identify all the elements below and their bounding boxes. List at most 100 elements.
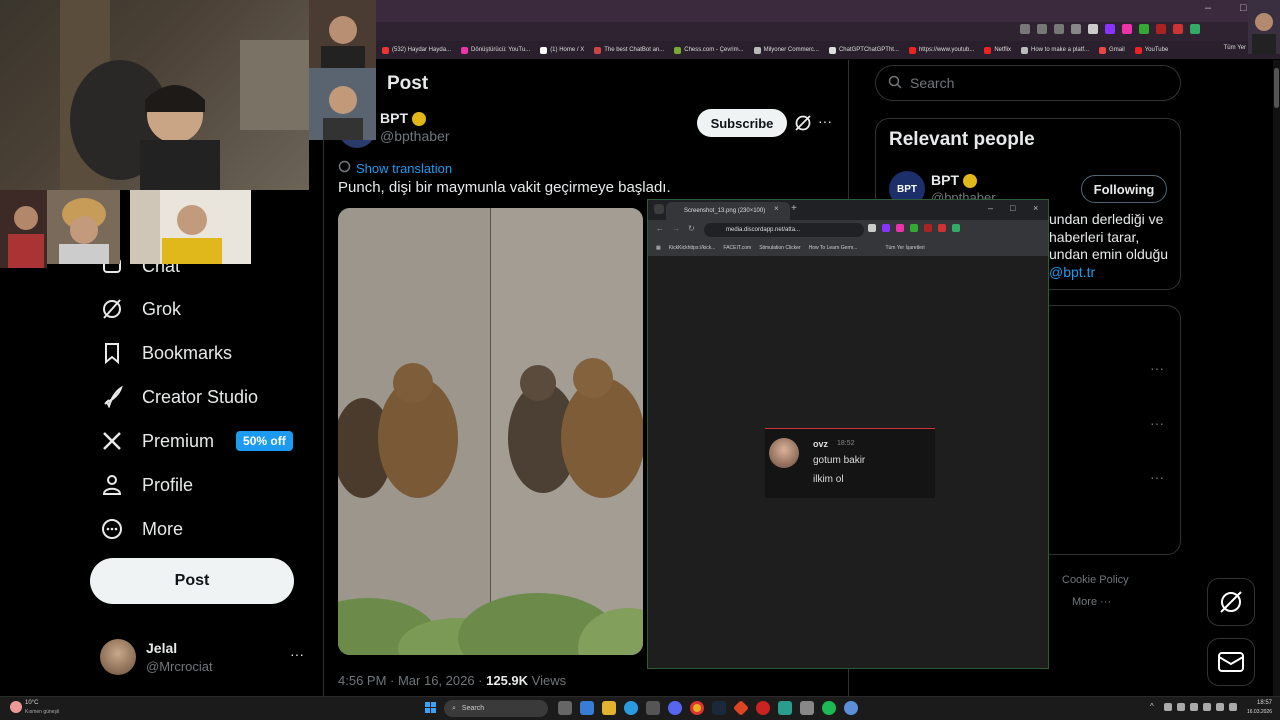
post-timestamp[interactable]: 4:56 PM · Mar 16, 2026 · <box>338 673 486 688</box>
bookmark-item[interactable]: Chess.com - Çevrim... <box>674 46 744 54</box>
popup-bookmark[interactable]: How To Learn Germ... <box>809 245 858 251</box>
tray-icon[interactable] <box>1164 703 1172 711</box>
extension-icon[interactable] <box>1054 24 1064 34</box>
trend-menu-icon[interactable]: ··· <box>1150 469 1164 485</box>
extension-icon[interactable] <box>924 224 932 232</box>
popup-bookmark[interactable]: KickKickhttps://kick... <box>669 245 716 251</box>
popup-tab[interactable]: Screenshot_13.png (230×100) <box>666 202 790 220</box>
clock-time[interactable]: 18:57 <box>1240 700 1272 706</box>
popup-bookmark[interactable]: Stimulation Clicker <box>759 245 800 251</box>
extension-icon[interactable] <box>1173 24 1183 34</box>
tray-icon[interactable] <box>1190 703 1198 711</box>
nav-profile[interactable]: Profile <box>100 469 193 501</box>
extension-icon[interactable] <box>1122 24 1132 34</box>
extension-icon[interactable] <box>868 224 876 232</box>
discord-icon[interactable] <box>668 701 682 715</box>
following-button[interactable]: Following <box>1081 175 1167 203</box>
app-icon[interactable] <box>844 701 858 715</box>
author-name[interactable]: BPT <box>380 110 426 127</box>
author-handle[interactable]: @bpthaber <box>380 128 449 144</box>
account-menu-icon[interactable]: ··· <box>290 646 304 662</box>
extension-icon[interactable] <box>952 224 960 232</box>
tray-icon[interactable] <box>1203 703 1211 711</box>
bookmark-item[interactable]: (1) Home / X <box>540 46 584 54</box>
forward-icon[interactable]: → <box>672 224 680 233</box>
maximize-icon[interactable]: □ <box>1010 203 1015 213</box>
nav-premium[interactable]: Premium 50% off <box>100 425 293 457</box>
avatar[interactable] <box>100 639 136 675</box>
bookmark-item[interactable]: Dönüştürücü: YouTu... <box>461 46 530 54</box>
maximize-icon[interactable]: □ <box>1240 2 1247 14</box>
file-explorer-icon[interactable] <box>602 701 616 715</box>
tab-search-icon[interactable] <box>654 204 664 214</box>
weather-icon[interactable] <box>10 701 22 713</box>
bio-link[interactable]: @bpt.tr <box>1049 264 1168 282</box>
app-icon[interactable] <box>733 700 749 716</box>
extension-icon[interactable] <box>1037 24 1047 34</box>
chrome-icon[interactable] <box>690 701 704 715</box>
copilot-icon[interactable] <box>580 701 594 715</box>
minimize-icon[interactable]: – <box>988 203 993 213</box>
bookmark-item[interactable]: How to make a platf... <box>1021 46 1089 54</box>
extension-icon[interactable] <box>1190 24 1200 34</box>
nav-bookmarks[interactable]: Bookmarks <box>100 337 232 369</box>
person-name[interactable]: BPT <box>931 172 977 189</box>
grok-icon[interactable] <box>794 114 812 137</box>
trend-menu-icon[interactable]: ··· <box>1150 360 1164 376</box>
extension-icon[interactable] <box>938 224 946 232</box>
minimize-icon[interactable]: – <box>1205 2 1211 14</box>
footer-cookie-policy[interactable]: Cookie Policy <box>1062 574 1129 586</box>
bookmark-item[interactable]: Netflix <box>984 46 1011 54</box>
apps-icon[interactable]: ▦ <box>656 245 661 251</box>
steam-icon[interactable] <box>712 701 726 715</box>
close-icon[interactable]: × <box>1033 203 1038 213</box>
search-input[interactable]: Search <box>875 65 1181 101</box>
task-view-icon[interactable] <box>558 701 572 715</box>
nav-grok[interactable]: Grok <box>100 293 181 325</box>
bookmark-item[interactable]: Gmail <box>1099 46 1125 54</box>
extension-icon[interactable] <box>1020 24 1030 34</box>
grok-fab-button[interactable] <box>1207 578 1255 626</box>
reload-icon[interactable]: ↻ <box>688 224 695 233</box>
tray-icon[interactable] <box>1177 703 1185 711</box>
nav-creator-studio[interactable]: Creator Studio <box>100 381 258 413</box>
extension-icon[interactable] <box>1156 24 1166 34</box>
extension-icon[interactable] <box>1088 24 1098 34</box>
trend-menu-icon[interactable]: ··· <box>1150 415 1164 431</box>
spotify-icon[interactable] <box>822 701 836 715</box>
messages-fab-button[interactable] <box>1207 638 1255 686</box>
show-translation-link[interactable]: Show translation <box>338 160 452 176</box>
back-icon[interactable]: ← <box>656 224 664 233</box>
popup-address-bar[interactable]: media.discordapp.net/atta... <box>704 223 864 237</box>
footer-more[interactable]: More ··· <box>1072 596 1111 608</box>
popup-browser-window[interactable]: Screenshot_13.png (230×100) × + – □ × ← … <box>647 199 1049 669</box>
scrollbar-thumb[interactable] <box>1274 68 1279 108</box>
popup-bookmarks-folder[interactable]: Tüm Yer İşaretleri <box>885 245 924 251</box>
bookmark-item[interactable]: YouTube <box>1134 46 1168 54</box>
close-tab-icon[interactable]: × <box>774 204 779 213</box>
popup-bookmark[interactable]: FACEIT.com <box>723 245 751 251</box>
bookmark-item[interactable]: Milyoner Commerc... <box>753 46 819 54</box>
store-icon[interactable] <box>646 701 660 715</box>
bookmark-item[interactable]: (532) Haydar Hayda... <box>382 46 451 54</box>
app-icon[interactable] <box>800 701 814 715</box>
extension-icon[interactable] <box>1105 24 1115 34</box>
bookmarks-folder[interactable]: Tüm Yer <box>1224 45 1246 51</box>
post-menu-icon[interactable]: ··· <box>818 113 832 129</box>
nav-more[interactable]: More <box>100 513 183 545</box>
extension-icon[interactable] <box>1139 24 1149 34</box>
new-tab-icon[interactable]: + <box>791 203 797 214</box>
network-icon[interactable] <box>1216 703 1224 711</box>
extension-icon[interactable] <box>896 224 904 232</box>
extension-icon[interactable] <box>910 224 918 232</box>
taskbar-search[interactable]: ⌕ Search <box>444 700 548 717</box>
post-button[interactable]: Post <box>90 558 294 604</box>
subscribe-button[interactable]: Subscribe <box>697 109 787 137</box>
edge-icon[interactable] <box>624 701 638 715</box>
star-icon[interactable] <box>1071 24 1081 34</box>
bookmark-item[interactable]: ChatGPTChatGPTht... <box>828 46 899 54</box>
app-icon[interactable] <box>778 701 792 715</box>
bookmark-item[interactable]: The best ChatBot an... <box>594 46 664 54</box>
post-image[interactable] <box>338 208 643 655</box>
app-icon[interactable] <box>756 701 770 715</box>
